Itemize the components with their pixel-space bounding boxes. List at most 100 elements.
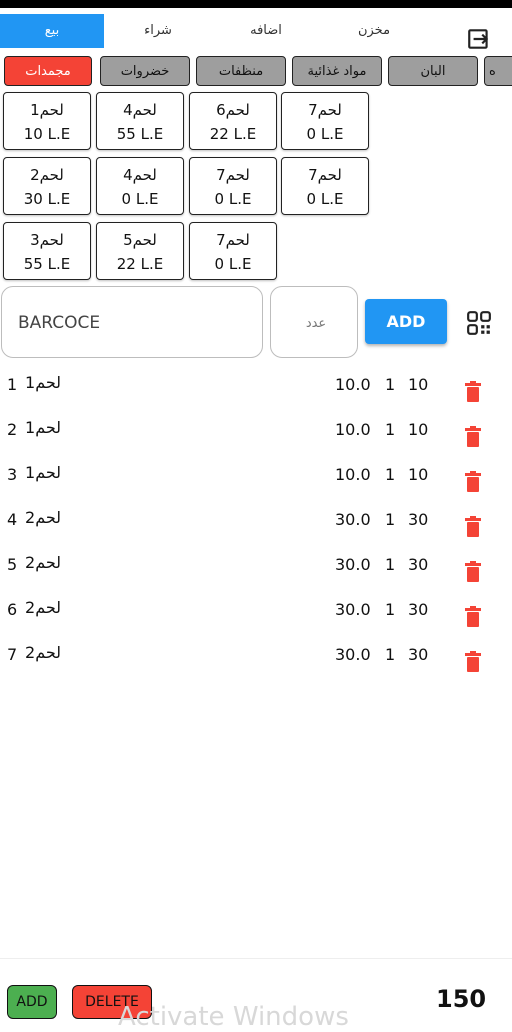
product-card[interactable]: لحم7 0 L.E [281,92,369,150]
row-qty: 1 [385,645,396,664]
row-qty: 1 [385,420,396,439]
product-card[interactable]: لحم7 0 L.E [189,222,277,280]
tab-bar: بيع شراء اضافه مخزن [0,12,512,50]
product-name: لحم7 [216,166,250,184]
product-price: 0 L.E [306,190,344,208]
trash-icon[interactable] [463,426,483,448]
product-card[interactable]: لحم7 0 L.E [189,157,277,215]
category-food[interactable]: مواد غذائية [292,56,382,86]
row-index: 4 [7,510,18,529]
product-card[interactable]: لحم1 10 L.E [3,92,91,150]
product-price: 10 L.E [23,125,71,143]
product-price: 55 L.E [116,125,164,143]
product-name: لحم7 [216,231,250,249]
qr-code-icon[interactable] [466,310,492,336]
tab-sell[interactable]: بيع [0,14,104,48]
category-more[interactable]: ه [484,56,512,86]
row-total: 10 [408,465,429,484]
product-card[interactable]: لحم4 0 L.E [96,157,184,215]
product-card[interactable]: لحم5 22 L.E [96,222,184,280]
trash-icon[interactable] [463,561,483,583]
cart-row: 7 لحم2 30.0 1 30 [0,635,512,675]
add-button[interactable]: ADD [7,985,57,1019]
product-name: لحم6 [216,101,250,119]
row-name: لحم2 [25,643,62,662]
product-price: 22 L.E [209,125,257,143]
product-card[interactable]: لحم4 55 L.E [96,92,184,150]
row-total: 10 [408,375,429,394]
barcode-field[interactable] [1,286,263,358]
exit-icon[interactable] [466,26,492,52]
cart-row: 3 لحم1 10.0 1 10 [0,455,512,495]
row-total: 30 [408,510,429,529]
cart-row: 5 لحم2 30.0 1 30 [0,545,512,585]
product-price: 0 L.E [214,190,252,208]
row-index: 5 [7,555,18,574]
status-bar [0,0,512,8]
row-name: لحم2 [25,508,62,527]
product-name: لحم1 [30,101,64,119]
product-card[interactable]: لحم3 55 L.E [3,222,91,280]
tab-stock[interactable]: مخزن [324,14,424,48]
cart-row: 2 لحم1 10.0 1 10 [0,410,512,450]
row-total: 30 [408,645,429,664]
row-price: 10.0 [335,465,371,484]
row-price: 30.0 [335,645,371,664]
category-vegetables[interactable]: خضروات [100,56,190,86]
row-qty: 1 [385,510,396,529]
row-qty: 1 [385,555,396,574]
trash-icon[interactable] [463,471,483,493]
product-price: 0 L.E [214,255,252,273]
trash-icon[interactable] [463,381,483,403]
row-price: 30.0 [335,555,371,574]
product-name: لحم4 [123,166,157,184]
row-index: 6 [7,600,18,619]
cart-row: 6 لحم2 30.0 1 30 [0,590,512,630]
product-name: لحم5 [123,231,157,249]
tab-purchase[interactable]: شراء [108,14,208,48]
trash-icon[interactable] [463,606,483,628]
trash-icon[interactable] [463,516,483,538]
trash-icon[interactable] [463,651,483,673]
product-card[interactable]: لحم2 30 L.E [3,157,91,215]
row-index: 1 [7,375,18,394]
row-name: لحم2 [25,598,62,617]
row-qty: 1 [385,375,396,394]
add-item-button[interactable]: ADD [365,299,447,344]
row-total: 30 [408,555,429,574]
total-amount: 150 [436,985,487,1013]
row-price: 10.0 [335,375,371,394]
row-index: 3 [7,465,18,484]
category-dairy[interactable]: البان [388,56,478,86]
row-total: 30 [408,600,429,619]
row-index: 7 [7,645,18,664]
product-price: 0 L.E [121,190,159,208]
product-card[interactable]: لحم6 22 L.E [189,92,277,150]
row-name: لحم2 [25,553,62,572]
product-price: 30 L.E [23,190,71,208]
product-price: 55 L.E [23,255,71,273]
row-index: 2 [7,420,18,439]
product-name: لحم2 [30,166,64,184]
tab-add[interactable]: اضافه [216,14,316,48]
product-price: 22 L.E [116,255,164,273]
row-qty: 1 [385,600,396,619]
row-total: 10 [408,420,429,439]
product-name: لحم4 [123,101,157,119]
barcode-input[interactable] [16,309,250,337]
cart-row: 1 لحم1 10.0 1 10 [0,365,512,405]
category-detergents[interactable]: منظفات [196,56,286,86]
row-price: 10.0 [335,420,371,439]
row-name: لحم1 [25,463,62,482]
product-name: لحم7 [308,101,342,119]
product-name: لحم3 [30,231,64,249]
row-qty: 1 [385,465,396,484]
row-price: 30.0 [335,510,371,529]
quantity-field[interactable] [270,286,358,358]
row-price: 30.0 [335,600,371,619]
category-frozen[interactable]: مجمدات [4,56,92,86]
row-name: لحم1 [25,418,62,437]
product-card[interactable]: لحم7 0 L.E [281,157,369,215]
quantity-input[interactable] [279,309,353,337]
category-bar: مجمدات خضروات منظفات مواد غذائية البان ه [0,54,512,88]
